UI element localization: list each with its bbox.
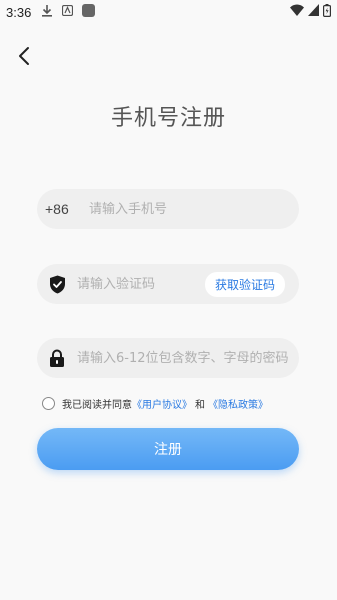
country-code[interactable]: +86 [45,201,81,217]
register-button[interactable]: 注册 [37,428,299,470]
wifi-icon [290,4,304,20]
verification-code-input[interactable] [77,264,195,304]
status-icons-right [290,3,332,21]
shield-check-icon [47,274,67,294]
status-time: 3:36 [6,4,32,20]
lock-icon [47,348,67,368]
privacy-policy-link[interactable]: 《隐私政策》 [208,396,268,411]
signal-icon [308,4,319,20]
battery-icon [323,3,332,21]
agreement-checkbox[interactable] [42,397,55,410]
phone-field: +86 [37,189,299,229]
status-icons-left [41,3,96,21]
download-icon [41,4,53,21]
chevron-left-icon [18,46,30,70]
status-bar: 3:36 [0,0,337,24]
back-button[interactable] [12,44,36,72]
app-icon [82,3,96,21]
password-input[interactable] [77,338,293,378]
page-title: 手机号注册 [110,106,226,131]
user-agreement-link[interactable]: 《用户协议》 [132,396,192,411]
get-code-button[interactable]: 获取验证码 [204,271,285,297]
verification-code-field: 获取验证码 [37,264,299,304]
notification-icon [62,4,74,20]
phone-input[interactable] [89,189,289,229]
agreement-row: 我已阅读并同意 《用户协议》 和 《隐私政策》 [42,396,268,411]
password-field [37,338,299,378]
agreement-and: 和 [195,400,205,411]
agreement-prefix: 我已阅读并同意 [62,400,132,411]
